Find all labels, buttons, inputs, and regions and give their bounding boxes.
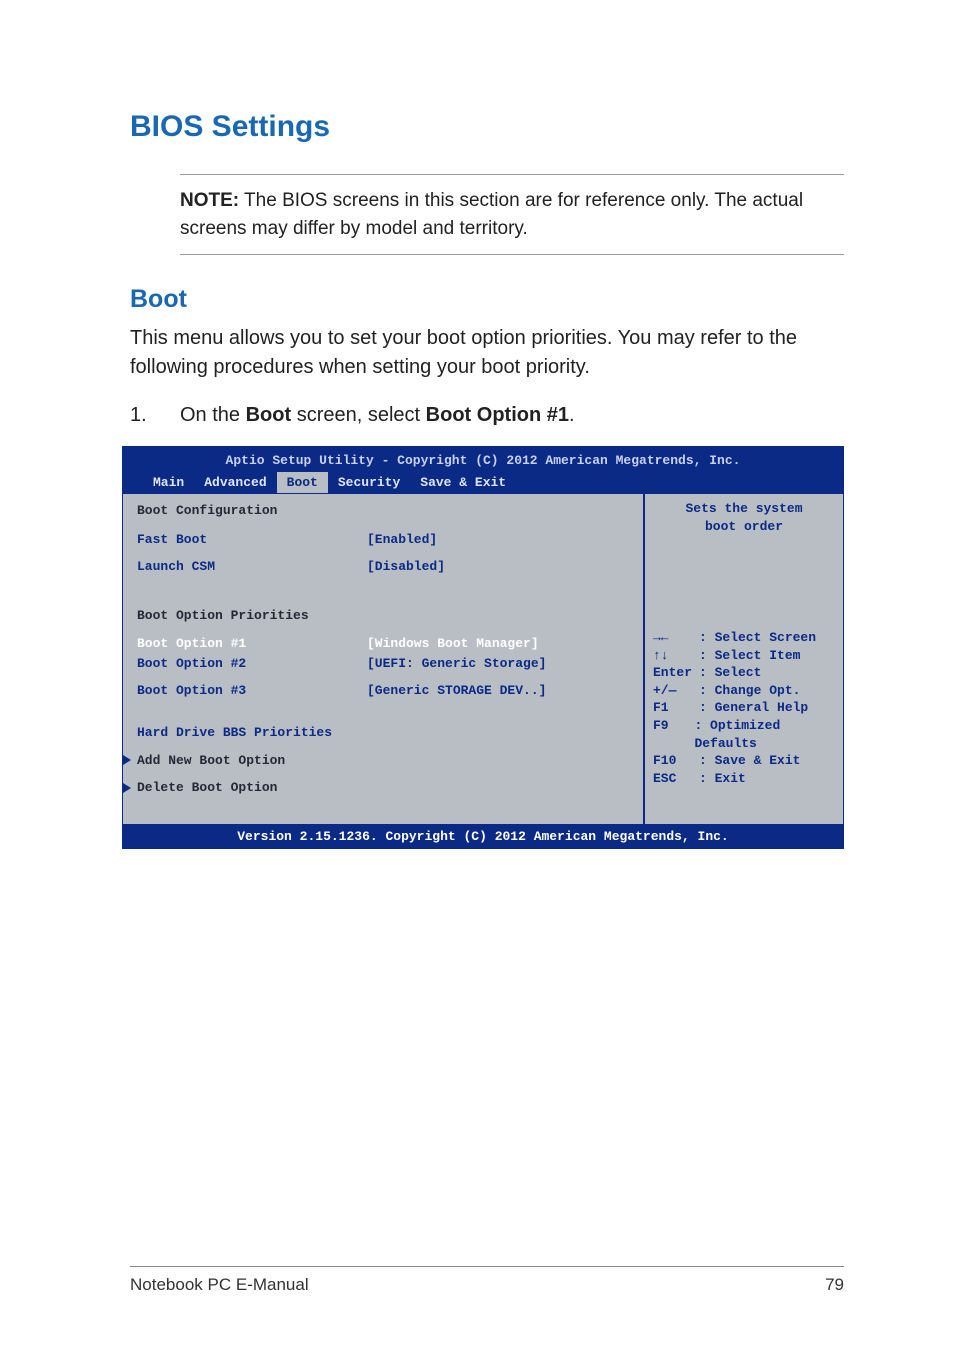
- hint-val: : Exit: [699, 770, 746, 788]
- hint-key: +/—: [653, 682, 699, 700]
- hint-key: F1: [653, 699, 699, 717]
- label-hdd-bbs: Hard Drive BBS Priorities: [137, 724, 367, 742]
- hint-key: Enter: [653, 664, 699, 682]
- step-number: 1.: [130, 400, 180, 430]
- bios-tab-save-exit: Save & Exit: [410, 472, 516, 494]
- hint-val: : Optimized Defaults: [694, 717, 835, 752]
- bios-body: Boot Configuration Fast Boot [Enabled] L…: [122, 494, 844, 824]
- step-mid: screen, select: [291, 404, 426, 426]
- value-launch-csm: [Disabled]: [367, 558, 445, 576]
- step-bold-boot: Boot: [246, 404, 292, 426]
- hint-f1: F1 : General Help: [653, 699, 835, 717]
- hint-val: : General Help: [699, 699, 808, 717]
- value-boot-option-3: [Generic STORAGE DEV..]: [367, 682, 546, 700]
- help-text-line2: boot order: [653, 518, 835, 536]
- hint-val: : Select: [699, 664, 761, 682]
- step-post: .: [569, 404, 575, 426]
- row-hdd-bbs: Hard Drive BBS Priorities: [137, 723, 629, 743]
- help-text-line1: Sets the system: [653, 500, 835, 518]
- bios-screenshot: Aptio Setup Utility - Copyright (C) 2012…: [122, 446, 844, 849]
- hint-enter: Enter : Select: [653, 664, 835, 682]
- section-heading-boot: Boot: [130, 285, 844, 314]
- hint-select-item: ↑↓ : Select Item: [653, 647, 835, 665]
- label-boot-option-3: Boot Option #3: [137, 682, 367, 700]
- row-delete-boot: Delete Boot Option: [123, 778, 629, 798]
- boot-priorities-title: Boot Option Priorities: [137, 605, 629, 627]
- bios-left-pane: Boot Configuration Fast Boot [Enabled] L…: [123, 494, 643, 823]
- row-boot-option-1: Boot Option #1 [Windows Boot Manager]: [137, 634, 629, 654]
- step-bold-option: Boot Option #1: [426, 404, 569, 426]
- footer-page-number: 79: [825, 1275, 844, 1295]
- intro-paragraph: This menu allows you to set your boot op…: [130, 324, 844, 382]
- bios-tab-advanced: Advanced: [194, 472, 276, 494]
- step-pre: On the: [180, 404, 246, 426]
- row-add-new-boot: Add New Boot Option: [123, 751, 629, 771]
- page-title: BIOS Settings: [130, 110, 844, 144]
- footer-left: Notebook PC E-Manual: [130, 1275, 309, 1295]
- label-delete-boot: Delete Boot Option: [137, 779, 277, 797]
- page-footer: Notebook PC E-Manual 79: [130, 1266, 844, 1295]
- hint-key: F10: [653, 752, 699, 770]
- hint-val: : Save & Exit: [699, 752, 800, 770]
- bios-tab-main: Main: [143, 472, 194, 494]
- bios-right-pane: Sets the system boot order →← : Select S…: [643, 494, 843, 823]
- row-fast-boot: Fast Boot [Enabled]: [137, 530, 629, 550]
- hint-key: →←: [653, 629, 699, 647]
- step-text: On the Boot screen, select Boot Option #…: [180, 400, 575, 430]
- row-boot-option-3: Boot Option #3 [Generic STORAGE DEV..]: [137, 681, 629, 701]
- row-boot-option-2: Boot Option #2 [UEFI: Generic Storage]: [137, 654, 629, 674]
- bios-footer: Version 2.15.1236. Copyright (C) 2012 Am…: [122, 825, 844, 850]
- bios-tab-security: Security: [328, 472, 410, 494]
- hint-val: : Select Screen: [699, 629, 816, 647]
- hint-key: ESC: [653, 770, 699, 788]
- hint-key: ↑↓: [653, 647, 699, 665]
- hint-f10: F10 : Save & Exit: [653, 752, 835, 770]
- note-text: The BIOS screens in this section are for…: [180, 190, 803, 239]
- bios-header-title: Aptio Setup Utility - Copyright (C) 2012…: [123, 450, 843, 472]
- bios-tab-boot: Boot: [277, 472, 328, 494]
- hint-select-screen: →← : Select Screen: [653, 629, 835, 647]
- bios-header: Aptio Setup Utility - Copyright (C) 2012…: [122, 446, 844, 494]
- hint-val: : Select Item: [699, 647, 800, 665]
- label-boot-option-2: Boot Option #2: [137, 655, 367, 673]
- hint-key: F9: [653, 717, 694, 752]
- value-boot-option-2: [UEFI: Generic Storage]: [367, 655, 546, 673]
- label-fast-boot: Fast Boot: [137, 531, 367, 549]
- boot-configuration-title: Boot Configuration: [137, 500, 629, 522]
- step-1: 1. On the Boot screen, select Boot Optio…: [130, 400, 844, 430]
- hint-change-opt: +/— : Change Opt.: [653, 682, 835, 700]
- triangle-icon: [123, 783, 131, 793]
- hint-val: : Change Opt.: [699, 682, 800, 700]
- label-launch-csm: Launch CSM: [137, 558, 367, 576]
- bios-hints: →← : Select Screen ↑↓ : Select Item Ente…: [653, 629, 835, 787]
- label-boot-option-1: Boot Option #1: [137, 635, 367, 653]
- note-label: NOTE:: [180, 190, 239, 211]
- hint-esc: ESC : Exit: [653, 770, 835, 788]
- row-launch-csm: Launch CSM [Disabled]: [137, 557, 629, 577]
- bios-tabs: Main Advanced Boot Security Save & Exit: [123, 472, 843, 494]
- value-boot-option-1: [Windows Boot Manager]: [367, 635, 539, 653]
- triangle-icon: [123, 755, 131, 765]
- value-fast-boot: [Enabled]: [367, 531, 437, 549]
- label-add-new-boot: Add New Boot Option: [137, 752, 285, 770]
- note-block: NOTE: The BIOS screens in this section a…: [180, 174, 844, 255]
- hint-f9: F9 : Optimized Defaults: [653, 717, 835, 752]
